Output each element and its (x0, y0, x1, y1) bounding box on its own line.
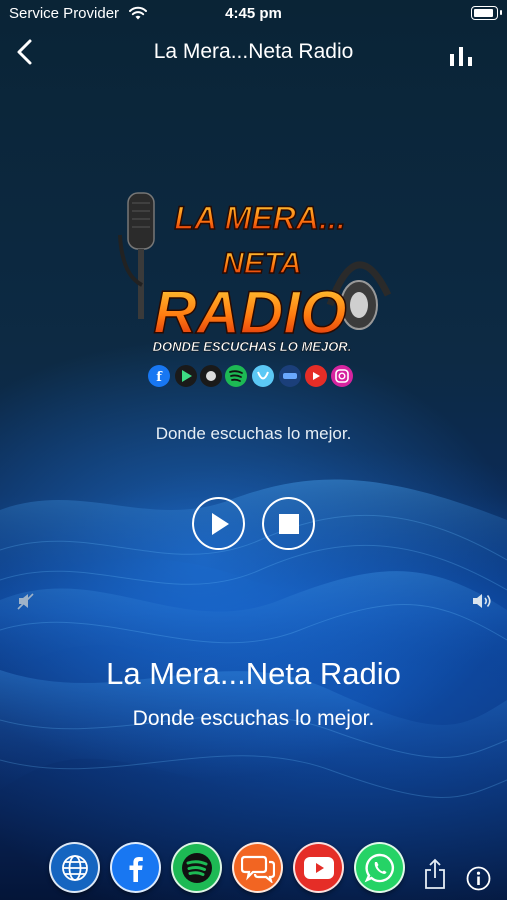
svg-text:NETA: NETA (222, 247, 301, 280)
info-icon[interactable] (466, 866, 491, 891)
facebook-button[interactable] (110, 842, 161, 893)
play-icon (211, 512, 229, 535)
station-logo: LA MERA... NETA RADIO DONDE ESCUCHAS LO … (118, 192, 392, 387)
volume-max-icon[interactable] (471, 591, 493, 611)
platform-icons-row: f (148, 365, 353, 387)
clock: 4:45 pm (225, 5, 282, 22)
website-button[interactable] (49, 842, 100, 893)
stop-icon (278, 513, 299, 534)
equalizer-icon[interactable] (447, 44, 475, 66)
share-icon[interactable] (423, 858, 447, 890)
battery-icon (471, 6, 502, 20)
station-tagline-top: Donde escuchas lo mejor. (155, 424, 352, 443)
svg-text:LA MERA...: LA MERA... (174, 200, 345, 236)
station-tagline: Donde escuchas lo mejor. (132, 707, 375, 730)
whatsapp-button[interactable] (354, 842, 405, 893)
chat-button[interactable] (232, 842, 283, 893)
spotify-icon (181, 852, 212, 883)
stop-button[interactable] (262, 497, 315, 550)
spotify-button[interactable] (171, 842, 222, 893)
globe-icon (61, 854, 88, 881)
volume-min-icon[interactable] (16, 591, 36, 611)
whatsapp-icon (364, 853, 394, 882)
play-button[interactable] (192, 497, 245, 550)
status-bar: Service Provider 4:45 pm (0, 0, 507, 28)
svg-text:RADIO: RADIO (153, 279, 346, 346)
microphone-icon (118, 192, 155, 319)
station-name: La Mera...Neta Radio (106, 656, 401, 691)
chat-icon (240, 855, 275, 883)
facebook-icon (129, 856, 143, 882)
svg-text:DONDE ESCUCHAS LO MEJOR.: DONDE ESCUCHAS LO MEJOR. (153, 339, 352, 354)
youtube-button[interactable] (293, 842, 344, 893)
youtube-icon (303, 856, 334, 879)
nav-title: La Mera...Neta Radio (153, 40, 354, 63)
